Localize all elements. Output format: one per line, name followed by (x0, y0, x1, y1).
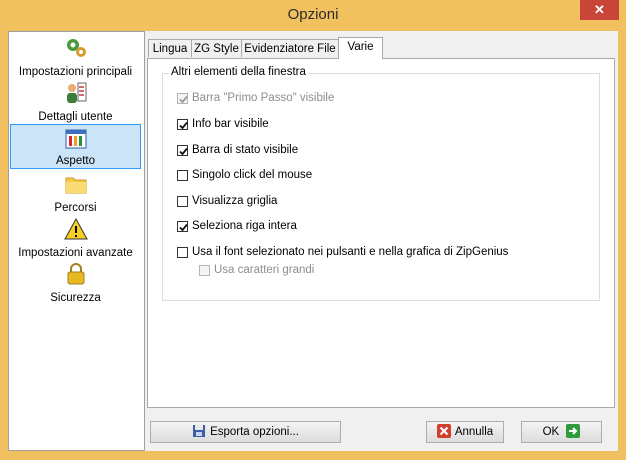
options-window: Opzioni ✕ Impostazioni principali Dettag… (0, 0, 626, 460)
checkbox-label: Seleziona riga intera (192, 220, 297, 232)
sidebar-item-label: Impostazioni avanzate (18, 247, 133, 259)
sidebar-item-impostazioni-principali[interactable]: Impostazioni principali (10, 34, 141, 79)
gears-icon (66, 39, 86, 57)
checkbox[interactable] (177, 170, 188, 181)
appearance-palette-icon (65, 129, 86, 149)
checkbox-label: Visualizza griglia (192, 195, 278, 207)
checkbox[interactable] (177, 196, 188, 207)
cancel-x-icon (436, 423, 451, 438)
checkbox-label: Barra "Primo Passo" visibile (192, 92, 335, 104)
checkmark-icon (179, 223, 188, 232)
ok-button-label: OK (542, 426, 560, 438)
sidebar-item-sicurezza[interactable]: Sicurezza (10, 260, 141, 305)
sidebar-item-dettagli-utente[interactable]: Dettagli utente (10, 79, 141, 124)
tab-evidenziatore-file[interactable]: Evidenziatore File (241, 39, 339, 57)
sidebar-item-label: Dettagli utente (38, 111, 113, 123)
arrow-right-icon (566, 423, 581, 438)
export-options-button[interactable]: Esporta opzioni... (150, 421, 341, 443)
checkmark-icon (179, 121, 188, 130)
padlock-icon (67, 263, 84, 285)
checkbox[interactable] (177, 93, 188, 104)
checkmark-icon (179, 95, 188, 104)
checkbox[interactable] (199, 265, 210, 276)
sidebar-item-percorsi[interactable]: Percorsi (10, 170, 141, 215)
tab-zg-style[interactable]: ZG Style (191, 39, 242, 57)
tab-varie[interactable]: Varie (338, 37, 383, 59)
sidebar-item-label: Impostazioni principali (18, 66, 133, 78)
checkbox-label: Barra di stato visibile (192, 144, 299, 156)
checkbox[interactable] (177, 145, 188, 156)
sidebar-item-label: Aspetto (56, 155, 95, 167)
window-title: Opzioni (287, 6, 339, 23)
checkbox[interactable] (177, 119, 188, 130)
sidebar-item-label: Percorsi (54, 202, 97, 214)
checkbox-label: Singolo click del mouse (192, 169, 313, 181)
ok-button[interactable]: OK (521, 421, 602, 443)
title-bar[interactable]: Opzioni ✕ (0, 0, 626, 31)
user-checklist-icon (66, 82, 86, 103)
sidebar-item-aspetto[interactable]: Aspetto (10, 124, 141, 169)
close-button[interactable]: ✕ (580, 0, 619, 20)
folder-icon (65, 177, 86, 194)
tab-panel-varie: Altri elementi della finestra Barra "Pri… (147, 58, 615, 408)
dialog-body: Impostazioni principali Dettagli utente … (8, 31, 618, 451)
checkbox[interactable] (177, 247, 188, 258)
checkbox-label: Info bar visibile (192, 118, 269, 130)
checkmark-icon (179, 147, 188, 156)
sidebar-item-label: Sicurezza (50, 292, 101, 304)
floppy-disk-icon (193, 424, 206, 437)
window-elements-group: Altri elementi della finestra Barra "Pri… (162, 66, 600, 301)
tab-lingua[interactable]: Lingua (148, 39, 192, 57)
group-title: Altri elementi della finestra (169, 66, 308, 78)
sidebar-item-impostazioni-avanzate[interactable]: Impostazioni avanzate (10, 215, 141, 260)
checkbox-label: Usa caratteri grandi (214, 264, 315, 276)
checkbox[interactable] (177, 221, 188, 232)
cancel-button[interactable]: Annulla (426, 421, 504, 443)
category-sidebar: Impostazioni principali Dettagli utente … (8, 31, 145, 451)
warning-icon (63, 217, 88, 240)
cancel-button-label: Annulla (454, 426, 494, 438)
checkbox-label: Usa il font selezionato nei pulsanti e n… (192, 246, 509, 258)
export-button-label: Esporta opzioni... (210, 426, 299, 438)
